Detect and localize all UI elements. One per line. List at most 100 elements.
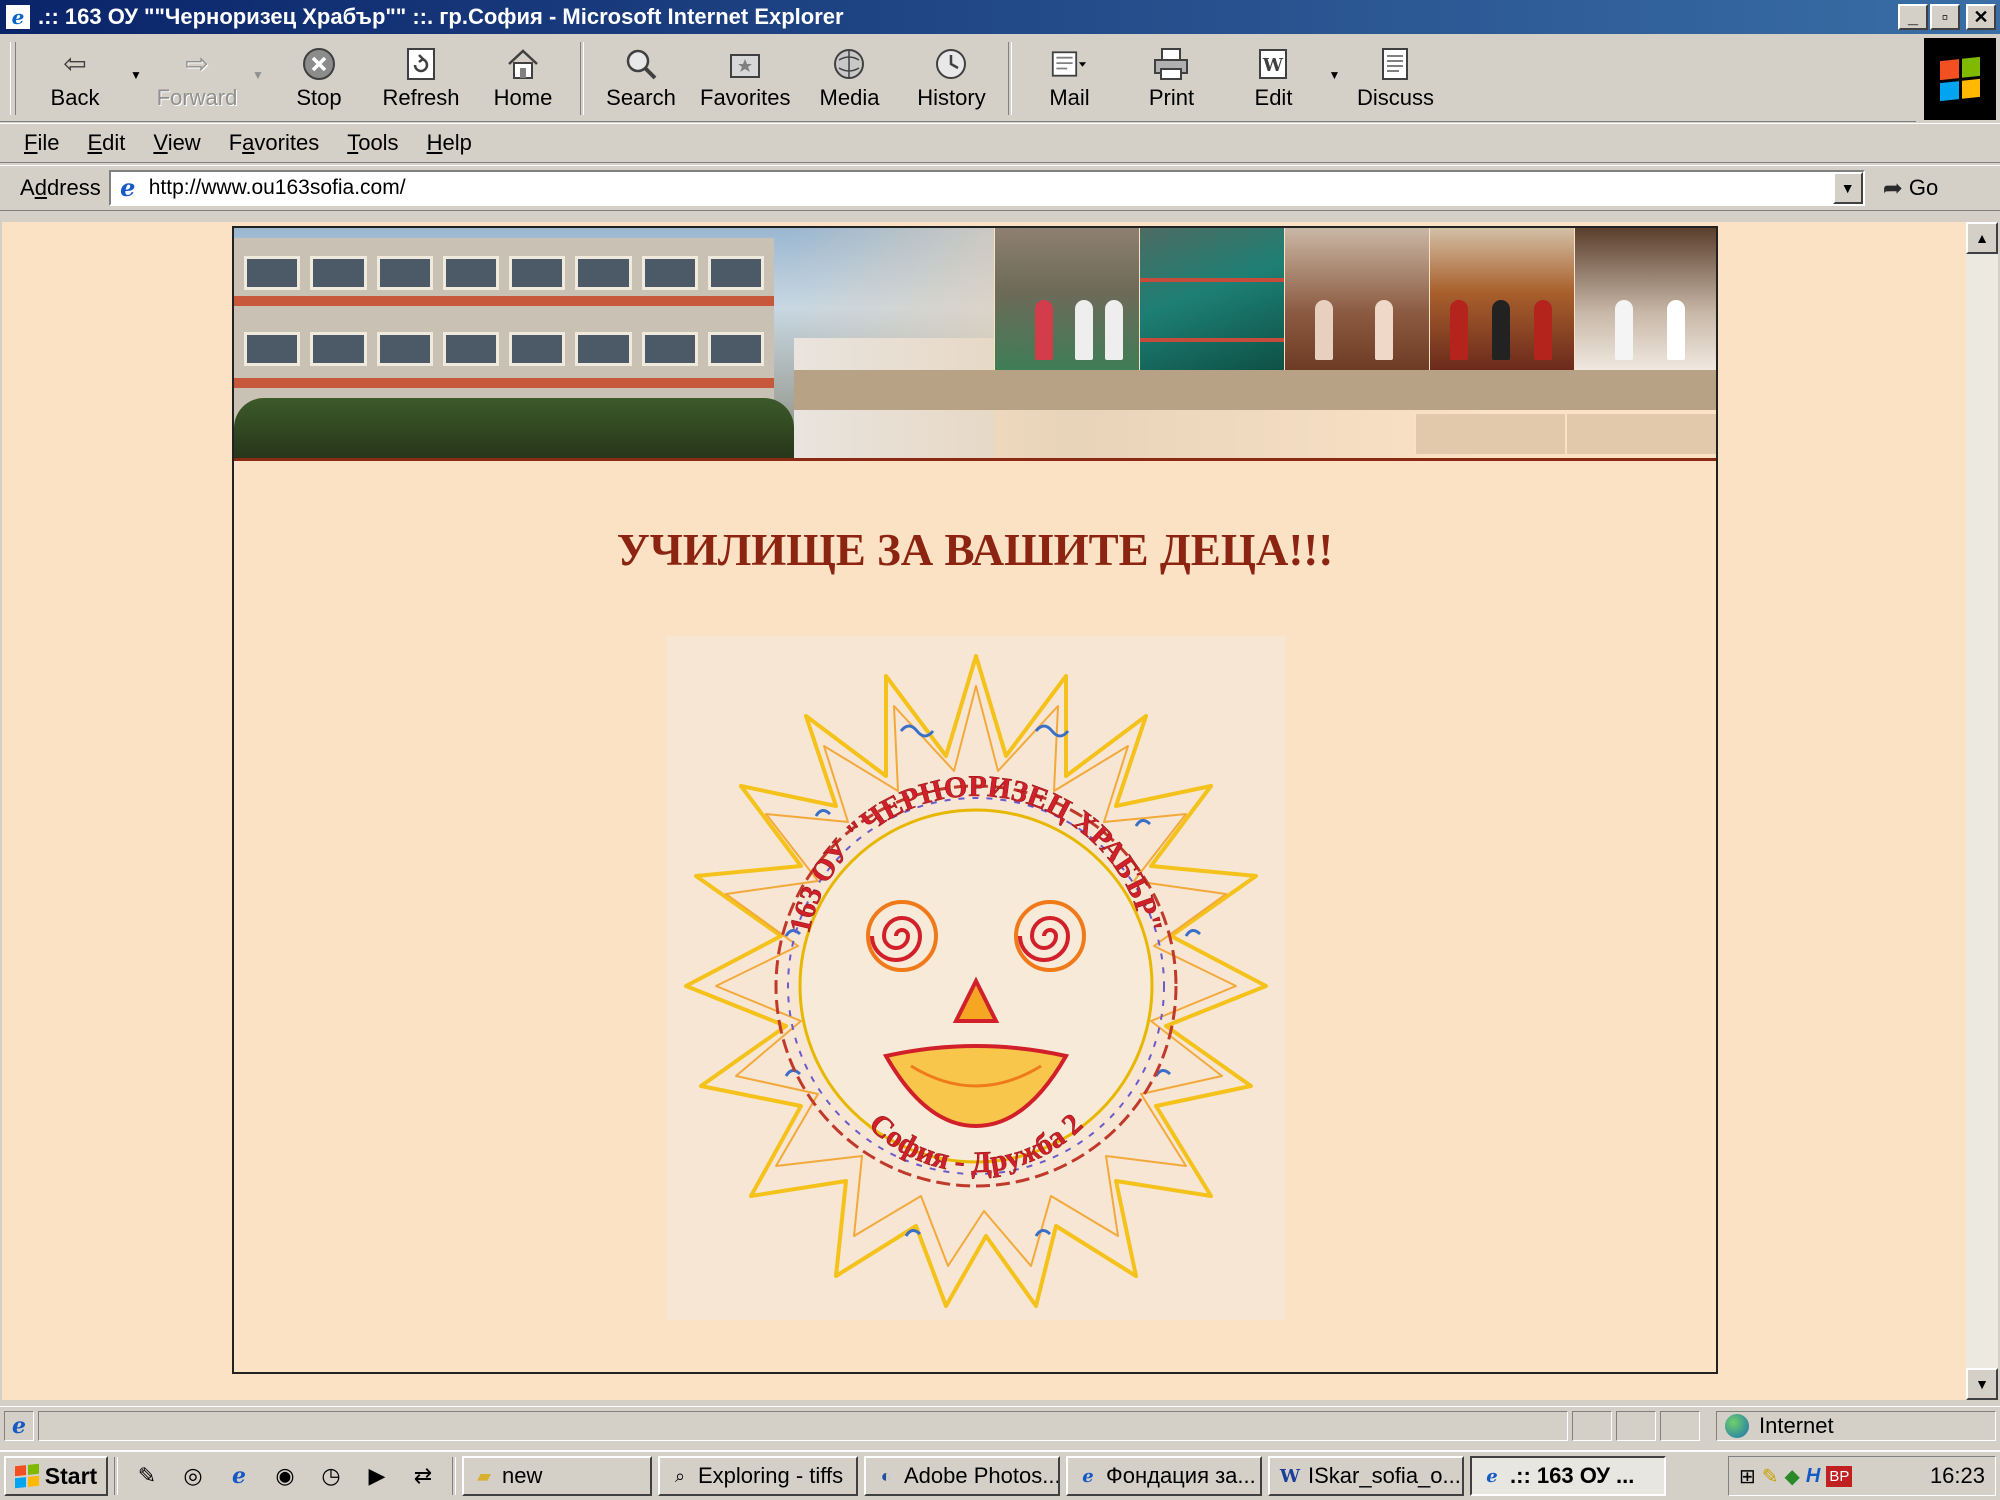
menu-help[interactable]: Help	[413, 130, 486, 156]
address-url[interactable]: http://www.ou163sofia.com/	[149, 176, 406, 200]
task-163-ou-ie[interactable]: e .:: 163 ОУ ...	[1470, 1456, 1666, 1496]
edit-dropdown-icon[interactable]: ▼	[1324, 28, 1344, 121]
address-label: Address	[20, 175, 101, 200]
quicklaunch-mediaplayer-icon[interactable]: ◉	[268, 1459, 302, 1493]
task-label: ISkar_sofia_o...	[1308, 1463, 1461, 1488]
page-headline: УЧИЛИЩЕ ЗА ВАШИТЕ ДЕЦА!!!	[616, 525, 1334, 575]
tray-pencil-icon[interactable]: ✎	[1762, 1464, 1779, 1489]
favorites-button[interactable]: Favorites	[692, 36, 798, 121]
refresh-icon	[403, 47, 439, 81]
print-label: Print	[1148, 84, 1195, 110]
task-adobe-photoshop[interactable]: ◐ Adobe Photos...	[864, 1456, 1060, 1496]
word-icon: W	[1279, 1465, 1301, 1487]
discuss-button[interactable]: Discuss	[1344, 36, 1446, 121]
menu-view[interactable]: View	[139, 130, 214, 156]
maximize-button[interactable]: ▫	[1930, 4, 1960, 30]
toolbar-grip[interactable]	[10, 42, 16, 115]
windows-flag-icon	[14, 1463, 39, 1489]
forward-dropdown-icon[interactable]: ▼	[248, 28, 268, 121]
address-input[interactable]: e http://www.ou163sofia.com/ ▼	[108, 170, 1865, 206]
refresh-button[interactable]: Refresh	[370, 36, 472, 121]
tray-h-icon[interactable]: H	[1806, 1465, 1820, 1488]
tray-clock[interactable]: 16:23	[1930, 1463, 1985, 1489]
back-arrow-icon: ⇦	[63, 48, 87, 79]
vertical-scrollbar[interactable]: ▲ ▼	[1966, 222, 1998, 1400]
menu-edit[interactable]: Edit	[73, 130, 139, 156]
task-fondacia-ie[interactable]: e Фондация за...	[1066, 1456, 1262, 1496]
print-button[interactable]: Print	[1120, 36, 1222, 121]
svg-text:W: W	[1262, 55, 1284, 76]
history-button[interactable]: History	[900, 36, 1002, 121]
search-label: Search	[606, 84, 676, 110]
tray-cube-icon[interactable]: ◆	[1785, 1464, 1800, 1489]
search-icon	[623, 47, 659, 81]
history-icon	[933, 47, 969, 81]
system-tray: ⊞ ✎ ◆ H BP 16:23	[1728, 1456, 1996, 1496]
taskbar-separator	[114, 1457, 118, 1495]
windows-logo-throbber	[1924, 38, 1996, 120]
library-photo	[1574, 228, 1716, 370]
banner-nav-tab[interactable]	[1414, 414, 1565, 454]
go-button[interactable]: ➦ Go	[1883, 174, 1938, 203]
close-button[interactable]: ✕	[1966, 4, 1996, 30]
address-dropdown-button[interactable]: ▼	[1832, 172, 1863, 204]
photoshop-icon: ◐	[880, 1465, 892, 1486]
taskbar: Start ✎ ◎ e ◉ ◷ ▶ ⇄ ▰ new ⌕ Exploring - …	[0, 1450, 2000, 1500]
forward-button[interactable]: ⇨ Forward	[146, 36, 248, 121]
web-content: УЧИЛИЩЕ ЗА ВАШИТЕ ДЕЦА!!! 163 ОУ "ЧЕРНОР…	[2, 222, 1966, 1400]
quicklaunch-outlook-icon[interactable]: ◎	[176, 1459, 210, 1493]
minimize-button[interactable]: _	[1898, 4, 1928, 30]
page-ie-icon: e	[120, 173, 136, 202]
edit-button[interactable]: W Edit	[1222, 36, 1324, 121]
quicklaunch-clock-icon[interactable]: ◷	[314, 1459, 348, 1493]
search-button[interactable]: Search	[590, 36, 692, 121]
ie-icon[interactable]: e	[6, 5, 30, 29]
start-button[interactable]: Start	[4, 1456, 108, 1496]
quicklaunch-media-icon[interactable]: ▶	[360, 1459, 394, 1493]
task-folder-new[interactable]: ▰ new	[462, 1456, 652, 1496]
address-bar: Address e http://www.ou163sofia.com/ ▼ ➦…	[0, 165, 2000, 211]
tray-network-icon[interactable]: ⊞	[1739, 1464, 1756, 1489]
scroll-up-button[interactable]: ▲	[1966, 222, 1998, 254]
folder-icon: ▰	[477, 1465, 491, 1486]
history-label: History	[917, 84, 986, 110]
media-button[interactable]: Media	[798, 36, 900, 121]
windows-flag-icon	[1940, 56, 1980, 102]
back-button[interactable]: ⇦ Back	[24, 36, 126, 121]
tray-language-icon[interactable]: BP	[1826, 1465, 1853, 1487]
back-dropdown-icon[interactable]: ▼	[126, 28, 146, 121]
discuss-icon	[1377, 47, 1413, 81]
edit-label: Edit	[1254, 84, 1293, 110]
window-controls: _ ▫ ✕	[1898, 4, 1996, 30]
stop-button[interactable]: Stop	[268, 36, 370, 121]
menu-tools[interactable]: Tools	[333, 130, 412, 156]
window-title: .:: 163 ОУ ""Черноризец Храбър"" ::. гр.…	[38, 4, 844, 29]
toolbar-separator	[1008, 42, 1013, 115]
forward-label: Forward	[156, 84, 238, 110]
favorites-label: Favorites	[700, 84, 791, 110]
quicklaunch-ie-icon[interactable]: e	[222, 1459, 256, 1493]
quicklaunch-sync-icon[interactable]: ⇄	[406, 1459, 440, 1493]
menu-file[interactable]: File	[10, 130, 73, 156]
task-iskar-word[interactable]: W ISkar_sofia_o...	[1268, 1456, 1464, 1496]
quicklaunch-desktop-icon[interactable]: ✎	[130, 1459, 164, 1493]
status-page-icon: e	[4, 1410, 34, 1441]
mail-button[interactable]: Mail	[1018, 36, 1120, 121]
home-button[interactable]: Home	[472, 36, 574, 121]
task-label: new	[502, 1463, 543, 1488]
header-banner	[234, 228, 1716, 464]
task-exploring-tiffs[interactable]: ⌕ Exploring - tiffs	[658, 1456, 858, 1496]
taskbar-separator	[452, 1457, 456, 1495]
mail-label: Mail	[1049, 84, 1090, 110]
swimming-pool-photo	[1139, 228, 1284, 370]
banner-nav-tab[interactable]	[1565, 414, 1716, 454]
task-label: Exploring - tiffs	[698, 1463, 844, 1488]
security-zone[interactable]: Internet	[1716, 1411, 1996, 1441]
menu-favorites[interactable]: Favorites	[215, 130, 334, 156]
scroll-down-button[interactable]: ▼	[1966, 1368, 1998, 1400]
status-lock-cell	[1616, 1410, 1656, 1441]
task-label: Фондация за...	[1106, 1463, 1256, 1488]
school-logo: 163 ОУ "ЧЕРНОРИЗЕЦ ХРАБЪР" София - Дружб…	[666, 636, 1286, 1320]
menu-bar: File Edit View Favorites Tools Help	[0, 123, 2000, 163]
favorites-icon	[727, 47, 763, 81]
